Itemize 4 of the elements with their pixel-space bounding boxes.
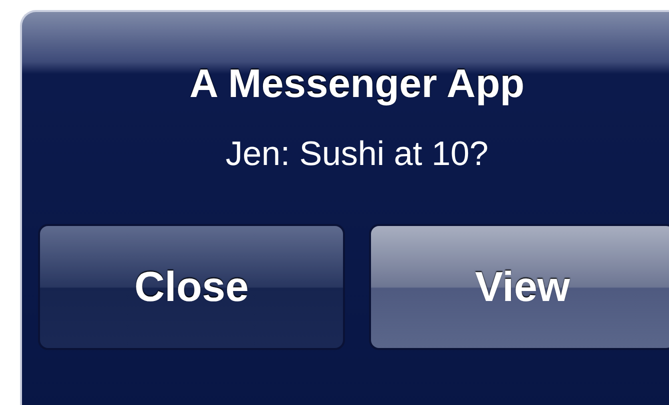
view-button[interactable]: View — [369, 224, 669, 350]
alert-title: A Messenger App — [190, 62, 524, 107]
alert-message: Jen: Sushi at 10? — [226, 135, 488, 174]
close-button[interactable]: Close — [38, 224, 345, 350]
